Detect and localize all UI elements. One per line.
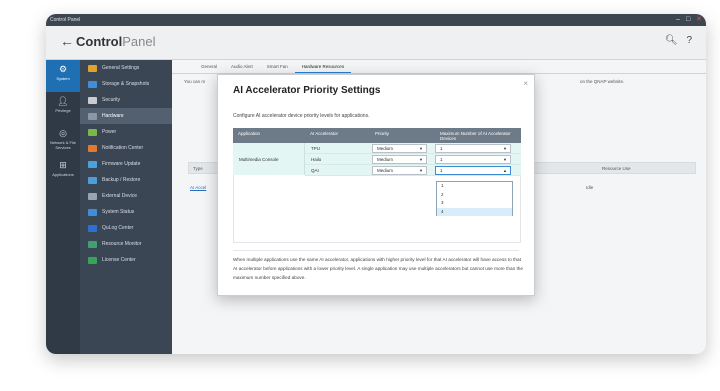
priority-select[interactable]: Medium ▼ <box>372 144 427 153</box>
chevron-down-icon: ▼ <box>419 157 423 162</box>
max-devices-select-open[interactable]: 1 ▲ <box>435 166 511 175</box>
dropdown-option[interactable]: 2 <box>437 191 512 200</box>
col-application: Application <box>238 131 261 136</box>
accelerator-cell: Hailo <box>311 157 322 162</box>
dropdown-option[interactable]: 1 <box>437 182 512 191</box>
max-devices-dropdown: 1 2 3 4 <box>436 181 513 216</box>
chevron-down-icon: ▼ <box>419 146 423 151</box>
dialog-footnote: When multiple applications use the same … <box>233 257 523 280</box>
table-row: Hailo Medium ▼ 1 ▼ <box>305 154 521 165</box>
modal-layer: AI Accelerator Priority Settings × Confi… <box>0 0 720 391</box>
application-cell: Multimedia Console <box>233 143 305 175</box>
table-header: Application AI Accelerator Priority Maxi… <box>233 128 521 143</box>
chevron-down-icon: ▼ <box>419 168 423 173</box>
table-row: QAI Medium ▼ 1 ▲ <box>305 165 521 176</box>
accelerator-cell: QAI <box>311 168 319 173</box>
table-row: TPU Medium ▼ 1 ▼ <box>305 143 521 154</box>
priority-select[interactable]: Medium ▼ <box>372 166 427 175</box>
max-devices-select[interactable]: 1 ▼ <box>435 155 511 164</box>
dialog-title: AI Accelerator Priority Settings <box>233 85 381 96</box>
table-body: Multimedia Console TPU Medium ▼ 1 ▼ Hailo … <box>233 143 521 176</box>
divider <box>233 250 519 251</box>
accelerator-cell: TPU <box>311 146 320 151</box>
close-icon[interactable]: × <box>523 79 528 88</box>
chevron-up-icon: ▲ <box>503 168 507 173</box>
chevron-down-icon: ▼ <box>503 157 507 162</box>
dialog-description: Configure AI accelerator device priority… <box>233 113 370 119</box>
col-max-devices: Maximum Number of AI Accelerator Devices <box>440 131 511 141</box>
dropdown-option-highlighted[interactable]: 4 <box>437 207 512 216</box>
chevron-down-icon: ▼ <box>503 146 507 151</box>
max-devices-select[interactable]: 1 ▼ <box>435 144 511 153</box>
col-priority: Priority <box>375 131 390 136</box>
dropdown-option[interactable]: 3 <box>437 199 512 208</box>
col-ai-accelerator: AI Accelerator <box>310 131 339 136</box>
priority-select[interactable]: Medium ▼ <box>372 155 427 164</box>
